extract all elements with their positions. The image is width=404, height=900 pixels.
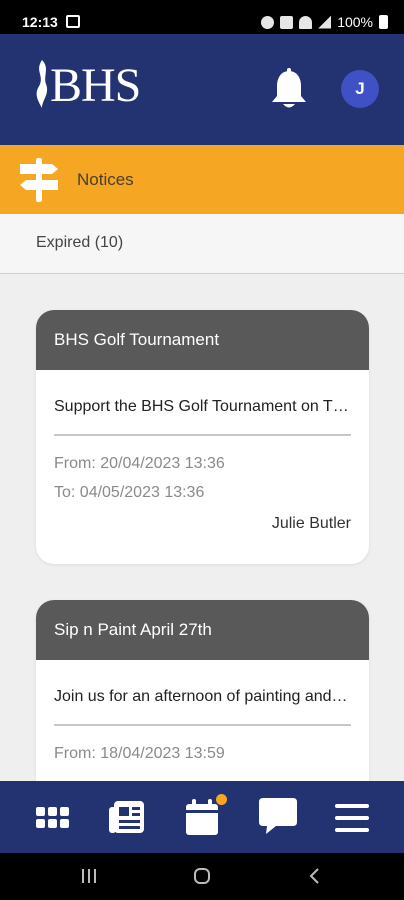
flame-icon [36,60,48,108]
system-nav-bar [0,853,404,900]
signpost-icon [20,158,58,202]
notice-title: BHS Golf Tournament [36,310,369,370]
battery-icon [379,15,388,29]
newspaper-icon[interactable] [108,799,146,835]
wifi-icon [299,15,313,29]
notice-title: Sip n Paint April 27th [36,600,369,660]
section-bar: Notices [0,145,404,214]
app-header: BHS J [0,34,404,145]
back-icon[interactable] [308,867,322,885]
notice-author: Julie Butler [271,515,351,532]
bell-icon[interactable] [268,68,310,112]
calendar-badge [216,794,227,805]
tab-expired[interactable]: Expired (10) [0,214,404,274]
notice-from: From: 18/04/2023 13:59 [54,745,225,762]
recents-icon[interactable] [80,867,98,885]
notice-to: To: 04/05/2023 13:36 [54,484,205,501]
section-title: Notices [77,170,134,189]
notice-card[interactable]: Sip n Paint April 27th Join us for an af… [36,600,369,800]
bottom-nav [0,781,404,853]
notice-description: Join us for an afternoon of painting and… [54,688,351,705]
bhs-logo[interactable]: BHS [30,58,141,112]
calendar-icon[interactable] [184,799,220,837]
signal-icon [318,15,332,29]
tab-expired-label: Expired (10) [36,234,124,251]
status-time: 12:13 [22,14,58,30]
notice-from: From: 20/04/2023 13:36 [54,455,225,472]
battery-percent: 100% [337,14,373,30]
divider [54,434,351,436]
notice-description: Support the BHS Golf Tournament on Thurs… [54,398,351,415]
image-icon [66,15,80,28]
chat-icon[interactable] [258,797,298,835]
mute-icon [280,15,294,29]
avatar[interactable]: J [341,70,379,108]
status-icons: 100% [261,14,388,30]
home-icon[interactable] [193,867,211,885]
logo-text: BHS [50,59,141,112]
notice-card[interactable]: BHS Golf Tournament Support the BHS Golf… [36,310,369,564]
alarm-icon [261,15,275,29]
menu-icon[interactable] [334,803,370,833]
divider [54,724,351,726]
apps-grid-icon[interactable] [36,807,70,829]
